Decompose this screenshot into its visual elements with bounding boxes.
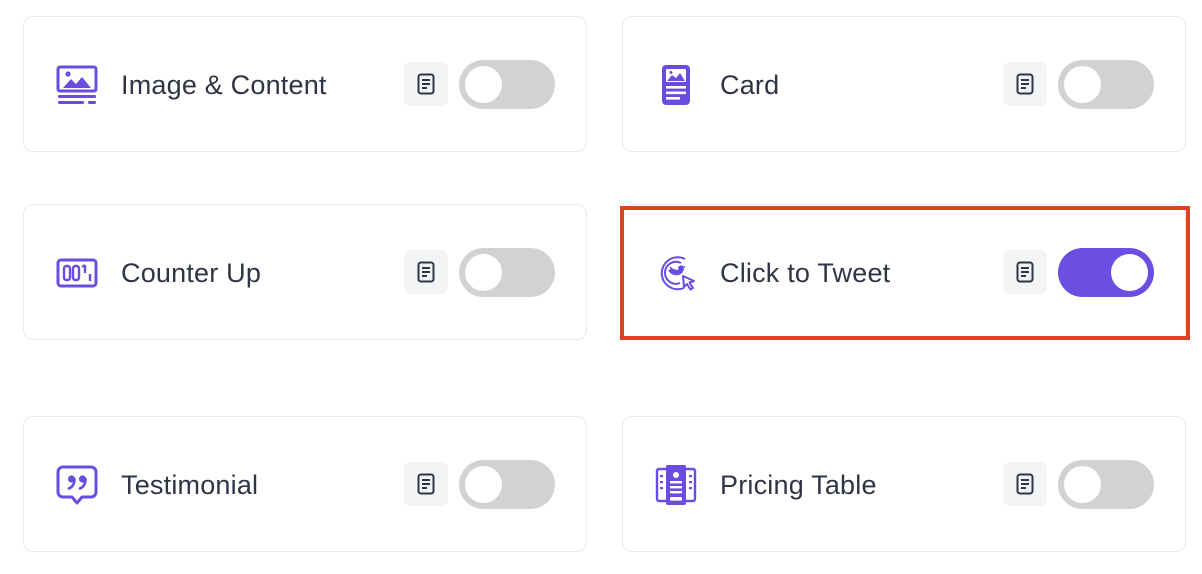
document-icon	[417, 73, 435, 95]
document-icon	[1016, 73, 1034, 95]
widget-card-card: Card	[622, 16, 1186, 152]
documentation-button[interactable]	[1003, 462, 1047, 506]
widget-toggle[interactable]	[459, 248, 555, 297]
widget-toggle[interactable]	[459, 460, 555, 509]
widget-card-pricing-table: Pricing Table	[622, 416, 1186, 552]
widget-toggle[interactable]	[1058, 460, 1154, 509]
documentation-button[interactable]	[404, 462, 448, 506]
image-content-icon	[55, 64, 99, 106]
counter-up-icon	[55, 252, 99, 294]
document-icon	[417, 473, 435, 495]
widget-label: Image & Content	[121, 70, 327, 100]
widget-label: Pricing Table	[720, 470, 877, 500]
widget-toggle[interactable]	[1058, 60, 1154, 109]
documentation-button[interactable]	[1003, 62, 1047, 106]
widget-card-counter-up: Counter Up	[23, 204, 587, 340]
documentation-button[interactable]	[404, 250, 448, 294]
widget-toggle[interactable]	[459, 60, 555, 109]
toggle-knob	[1064, 66, 1101, 103]
documentation-button[interactable]	[404, 62, 448, 106]
widget-card-testimonial: Testimonial	[23, 416, 587, 552]
widget-label: Click to Tweet	[720, 258, 891, 288]
widget-card-image-content: Image & Content	[23, 16, 587, 152]
document-icon	[417, 261, 435, 283]
testimonial-icon	[55, 464, 99, 506]
card-icon	[654, 64, 698, 106]
click-to-tweet-icon	[654, 252, 698, 294]
documentation-button[interactable]	[1003, 250, 1047, 294]
widget-toggle[interactable]	[1058, 248, 1154, 297]
toggle-knob	[465, 254, 502, 291]
pricing-table-icon	[654, 464, 698, 506]
widget-card-click-to-tweet: Click to Tweet	[622, 204, 1186, 340]
document-icon	[1016, 261, 1034, 283]
toggle-knob	[1111, 254, 1148, 291]
widget-label: Card	[720, 70, 780, 100]
widget-label: Counter Up	[121, 258, 262, 288]
toggle-knob	[465, 66, 502, 103]
toggle-knob	[1064, 466, 1101, 503]
document-icon	[1016, 473, 1034, 495]
toggle-knob	[465, 466, 502, 503]
widget-label: Testimonial	[121, 470, 259, 500]
